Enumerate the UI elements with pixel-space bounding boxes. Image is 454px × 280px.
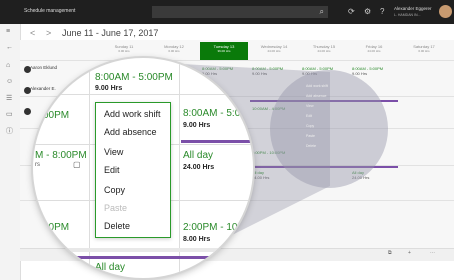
small-menu-item: Copy [306,124,315,128]
shift-time[interactable]: 00PM [43,222,69,233]
column-divider [179,58,180,278]
absence-label[interactable]: All day [183,150,213,161]
small-menu-item: Delete [306,144,317,148]
shift-time[interactable]: 00PM [43,110,69,121]
shift-time[interactable]: 8:00AM - 5:00PM [95,72,173,83]
small-menu-item: Add work shift [306,84,328,88]
absence-bar [73,256,253,259]
context-menu: Add work shift Add absence View Edit Cop… [95,102,171,238]
absence-bar [181,140,253,143]
menu-item-delete[interactable]: Delete [104,221,130,231]
magnifier-circle: Alexander Ec 0.00 Hrs 8:00AM - 5:00PM 9.… [33,58,253,278]
shift-hours: 9.00 Hrs [183,122,211,129]
menu-item-add-work-shift[interactable]: Add work shift [104,109,161,119]
menu-item-copy[interactable]: Copy [104,185,125,195]
zoom-source-circle: Add work shift Add absence View Edit Cop… [270,70,388,188]
menu-item-edit[interactable]: Edit [104,165,120,175]
shift-time[interactable]: 8:00AM - 5:00PM [183,108,253,119]
shift-hours: 8.00 Hrs [183,236,211,243]
absence-hours: 24.00 Hrs [183,164,215,171]
column-divider [89,58,90,278]
row-divider [33,94,253,95]
small-menu-item: Add absence [306,94,327,98]
note-icon[interactable]: ▢ [73,160,81,169]
menu-item-paste: Paste [104,203,128,213]
employee-name: Alexander Ec [43,60,73,66]
employee-hours: 0.00 Hrs [43,68,62,74]
small-menu-item: View [306,104,314,108]
absence-label[interactable]: All day [95,262,125,273]
menu-item-add-absence[interactable]: Add absence [104,127,157,137]
shift-hours: rs [35,162,40,168]
small-menu-item: Edit [306,114,313,118]
small-menu-item: Paste [306,134,315,138]
row-separator [33,248,253,252]
shift-hours: 9.00 Hrs [95,85,123,92]
shift-time[interactable]: 2:00PM - 10:00PM [183,222,253,233]
menu-item-view[interactable]: View [104,147,123,157]
